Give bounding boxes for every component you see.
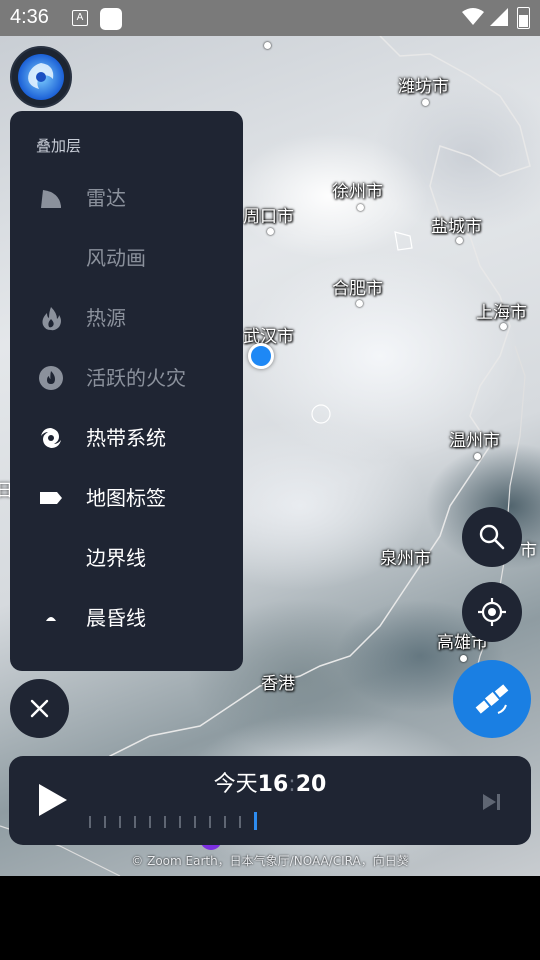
timeline-current-time: 今天16:20 [213,772,327,797]
layer-item-active-fires[interactable]: 活跃的火灾 [10,350,243,404]
navigation-bar-area [0,876,540,960]
city-label[interactable]: 香港 [261,669,295,694]
layer-item-label: 地图标签 [86,486,166,510]
layer-item-map-labels[interactable]: 地图标签 [10,470,243,524]
timeline-tick[interactable] [104,816,106,828]
layer-item-label: 晨昏线 [86,606,146,630]
app-notification-icon [100,8,122,30]
layer-item-heat-sources[interactable]: 热源 [10,290,243,344]
close-panel-button[interactable] [10,679,69,738]
status-bar: 4:36 A [0,0,540,36]
city-label[interactable]: 温州市 [449,426,500,451]
timeline-day: 今天 [213,772,258,797]
layers-panel: 叠加层 雷达 风动画 热源 活跃的火灾 热带系统 地图标签 边界线 晨昏线 [10,111,243,671]
radar-icon [41,190,61,208]
active-fire-icon [39,366,63,390]
layer-item-label: 雷达 [86,186,126,210]
timeline-tick[interactable] [134,816,136,828]
search-button[interactable] [462,507,522,567]
city-label[interactable]: 泉州市 [380,544,431,569]
satellite-layer-button[interactable] [453,660,531,738]
timeline-tick[interactable] [179,816,181,828]
layer-item-label: 边界线 [86,546,146,570]
crosshair-location-icon [478,598,506,626]
cell-signal-icon [490,8,508,26]
app-logo-button[interactable] [10,46,72,108]
fire-icon [42,307,61,331]
timeline-minute: 20 [295,772,327,797]
timeline-player: 今天16:20 [9,756,531,845]
timeline-tick[interactable] [89,816,91,828]
daylight-arc-icon [46,617,56,621]
wifi-icon [462,8,484,25]
my-location-button[interactable] [462,582,522,642]
skip-to-latest-icon[interactable] [481,792,503,812]
status-time: 4:36 [10,6,49,28]
hurricane-icon [41,428,61,448]
layer-item-wind-animation[interactable]: 风动画 [10,230,243,284]
map-credit: © Zoom Earth，日本气象厅/NOAA/CIRA，向日葵 [131,854,409,868]
satellite-icon [475,684,509,714]
layer-item-label: 风动画 [86,246,146,270]
timeline-hour: 16 [257,772,289,797]
text-notification-icon: A [72,10,88,26]
city-label[interactable]: 合肥市 [332,274,383,299]
layer-item-radar[interactable]: 雷达 [10,170,243,224]
timeline-tick[interactable] [119,816,121,828]
city-label[interactable]: 盐城市 [431,212,482,237]
layer-item-label: 热源 [86,306,126,330]
timeline-tick[interactable] [149,816,151,828]
timeline-current-tick[interactable] [254,812,257,830]
layer-item-day-night-line[interactable]: 晨昏线 [10,590,243,644]
label-tag-icon [40,492,62,504]
layer-item-borders[interactable]: 边界线 [10,530,243,584]
layer-item-label: 热带系统 [86,426,166,450]
city-label[interactable]: 潍坊市 [398,72,449,97]
timeline-tick[interactable] [239,816,241,828]
battery-icon [517,7,530,29]
zoom-earth-logo-icon [18,54,64,100]
search-icon [479,524,505,550]
city-label[interactable]: 徐州市 [332,177,383,202]
partial-city-label: 市 [520,541,537,561]
layer-item-tropical-systems[interactable]: 热带系统 [10,410,243,464]
close-icon [30,699,49,718]
current-location-marker [248,343,274,369]
timeline-tick[interactable] [209,816,211,828]
timeline-tick[interactable] [194,816,196,828]
layer-item-label: 活跃的火灾 [86,366,186,390]
city-label[interactable]: 武汉市 [243,322,294,347]
city-label[interactable]: 上海市 [476,298,527,323]
timeline-tick[interactable] [164,816,166,828]
timeline-tick[interactable] [224,816,226,828]
city-label[interactable]: 周口市 [243,202,294,227]
layers-panel-title: 叠加层 [36,137,82,155]
